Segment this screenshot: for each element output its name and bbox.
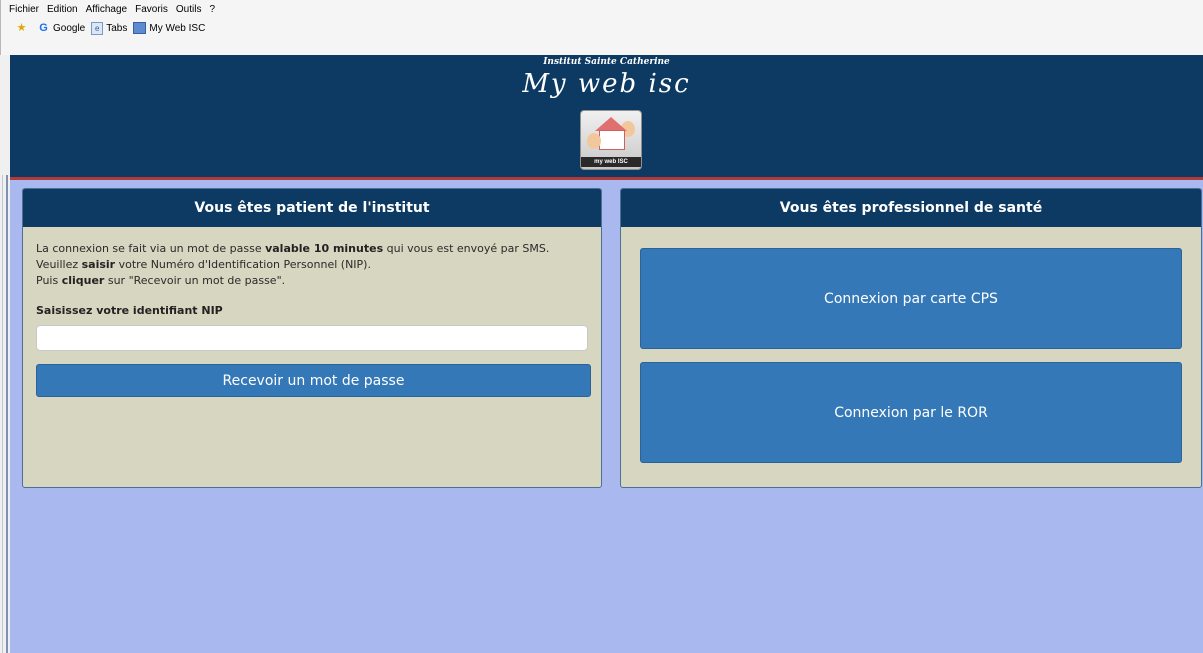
fav-tabs[interactable]: e Tabs bbox=[91, 21, 128, 35]
favorites-star-button[interactable]: ★ bbox=[15, 22, 31, 35]
edge-line bbox=[2, 175, 3, 653]
menu-fichier[interactable]: Fichier bbox=[9, 4, 39, 15]
nip-input[interactable] bbox=[36, 325, 588, 351]
site-title: My web isc bbox=[522, 69, 691, 99]
instruction-line-1: La connexion se fait via un mot de passe… bbox=[36, 242, 550, 255]
logo-roof-icon bbox=[595, 117, 627, 131]
menu-outils[interactable]: Outils bbox=[176, 4, 202, 15]
patient-panel: Vous êtes patient de l'institut La conne… bbox=[22, 188, 602, 488]
cps-login-button[interactable]: Connexion par carte CPS bbox=[640, 248, 1182, 349]
logo-hand-icon bbox=[587, 133, 601, 149]
menu-edition[interactable]: Edition bbox=[47, 4, 78, 15]
patient-panel-body: La connexion se fait via un mot de passe… bbox=[23, 227, 601, 411]
favorites-star-icon: ★ bbox=[16, 21, 27, 34]
site-page: Institut Sainte Catherine My web isc my … bbox=[10, 55, 1203, 653]
ror-login-button[interactable]: Connexion par le ROR bbox=[640, 362, 1182, 463]
site-header: Institut Sainte Catherine My web isc my … bbox=[10, 55, 1203, 180]
fav-mywebisc-label: My Web ISC bbox=[149, 22, 206, 34]
instruction-line-3: Puis cliquer sur "Recevoir un mot de pas… bbox=[36, 274, 286, 287]
edge-line bbox=[6, 175, 8, 653]
logo[interactable]: my web ISC bbox=[580, 110, 642, 170]
menu-help[interactable]: ? bbox=[209, 4, 215, 15]
logo-caption: my web ISC bbox=[581, 157, 641, 167]
instruction-line-2: Veuillez saisir votre Numéro d'Identific… bbox=[36, 258, 371, 271]
menu-affichage[interactable]: Affichage bbox=[86, 4, 128, 15]
institute-name: Institut Sainte Catherine bbox=[543, 57, 670, 67]
professional-panel-title: Vous êtes professionnel de santé bbox=[621, 189, 1201, 227]
favorites-bar: ★ G Google e Tabs My Web ISC bbox=[15, 19, 211, 37]
patient-panel-title: Vous êtes patient de l'institut bbox=[23, 189, 601, 227]
browser-chrome: Fichier Edition Affichage Favoris Outils… bbox=[0, 0, 1203, 55]
menu-favoris[interactable]: Favoris bbox=[135, 4, 168, 15]
fav-google[interactable]: G Google bbox=[37, 22, 85, 35]
fav-google-label: Google bbox=[53, 22, 86, 34]
tabs-icon: e bbox=[91, 21, 104, 35]
fav-mywebisc[interactable]: My Web ISC bbox=[133, 22, 205, 34]
fav-tabs-label: Tabs bbox=[106, 22, 128, 34]
nip-label: Saisissez votre identifiant NIP bbox=[36, 304, 223, 317]
logo-house-icon bbox=[599, 130, 625, 150]
google-icon: G bbox=[39, 21, 48, 34]
window-left-edge bbox=[0, 55, 10, 653]
menu-bar: Fichier Edition Affichage Favoris Outils… bbox=[9, 0, 1199, 18]
professional-panel: Vous êtes professionnel de santé Connexi… bbox=[620, 188, 1202, 488]
web-page-icon bbox=[133, 22, 147, 34]
receive-password-button[interactable]: Recevoir un mot de passe bbox=[36, 364, 591, 397]
